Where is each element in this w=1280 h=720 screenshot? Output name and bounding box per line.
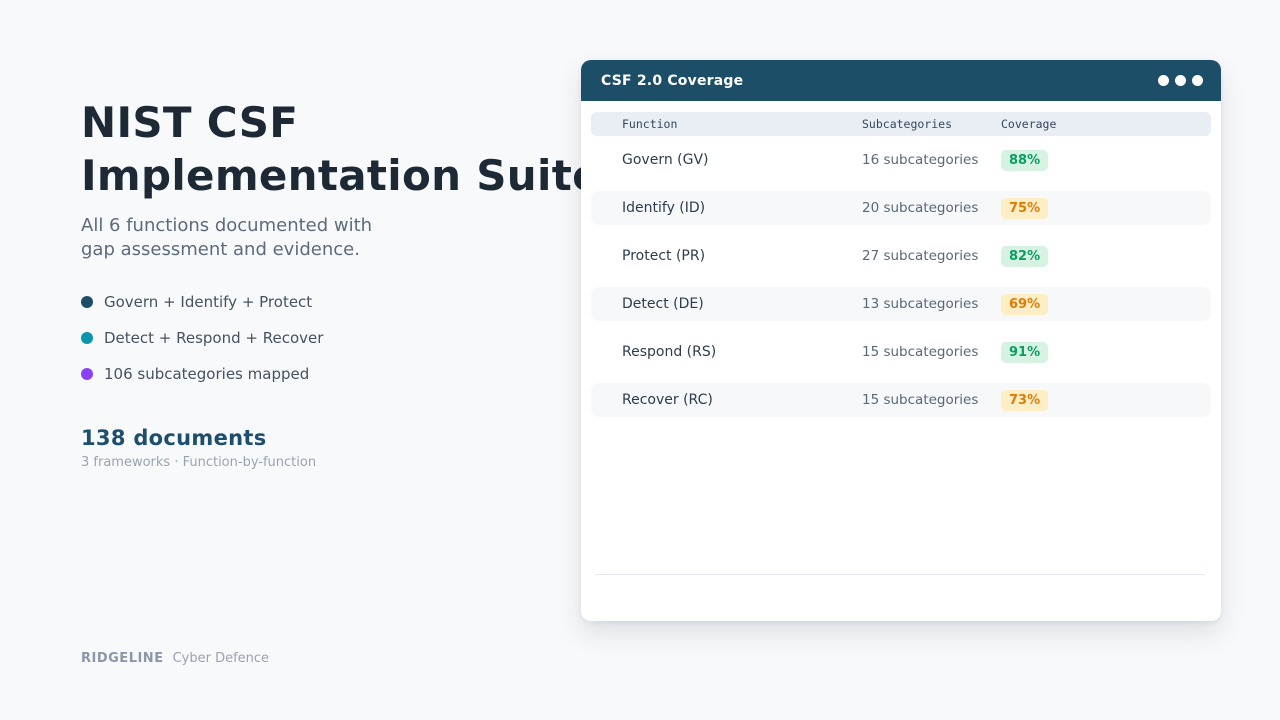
page-subtitle: All 6 functions documented with gap asse… [81, 214, 372, 262]
documents-detail: 3 frameworks · Function-by-function [81, 455, 316, 470]
bullet-item-functions-1: Govern + Identify + Protect [81, 294, 323, 310]
window-controls [1158, 75, 1203, 86]
subcategories-cell: 20 subcategories [862, 200, 1001, 216]
bullet-label: 106 subcategories mapped [104, 365, 309, 383]
feature-bullet-list: Govern + Identify + Protect Detect + Res… [81, 294, 323, 402]
table-row[interactable]: Respond (RS) 15 subcategories 91% [591, 328, 1211, 376]
function-cell: Recover (RC) [622, 392, 862, 408]
coverage-badge: 91% [1001, 342, 1048, 363]
bullet-item-functions-2: Detect + Respond + Recover [81, 330, 323, 346]
table-row[interactable]: Identify (ID) 20 subcategories 75% [591, 184, 1211, 232]
coverage-badge: 82% [1001, 246, 1048, 267]
window-control-icon[interactable] [1192, 75, 1203, 86]
brand-name: RIDGELINE [81, 651, 164, 666]
table-row[interactable]: Protect (PR) 27 subcategories 82% [591, 232, 1211, 280]
subcategories-cell: 15 subcategories [862, 344, 1001, 360]
window-control-icon[interactable] [1158, 75, 1169, 86]
coverage-badge: 69% [1001, 294, 1048, 315]
table-header-row: Function Subcategories Coverage [591, 112, 1211, 136]
function-cell: Protect (PR) [622, 248, 862, 264]
function-cell: Respond (RS) [622, 344, 862, 360]
table-body: Govern (GV) 16 subcategories 88% Identif… [591, 136, 1211, 424]
page-title: NIST CSFImplementation Suite [81, 96, 601, 202]
column-header-subcategories: Subcategories [862, 117, 1001, 131]
table-row[interactable]: Recover (RC) 15 subcategories 73% [591, 376, 1211, 424]
coverage-window: CSF 2.0 Coverage Function Subcategories … [581, 60, 1221, 621]
function-cell: Identify (ID) [622, 200, 862, 216]
page-title-line1: NIST CSF [81, 98, 298, 147]
subcategories-cell: 27 subcategories [862, 248, 1001, 264]
table-row[interactable]: Govern (GV) 16 subcategories 88% [591, 136, 1211, 184]
bullet-dot-purple [81, 368, 93, 380]
brand-tagline: Cyber Defence [173, 651, 269, 666]
subcategories-cell: 16 subcategories [862, 152, 1001, 168]
coverage-badge: 88% [1001, 150, 1048, 171]
column-header-coverage: Coverage [1001, 117, 1211, 131]
function-cell: Govern (GV) [622, 152, 862, 168]
column-header-function: Function [622, 117, 862, 131]
function-cell: Detect (DE) [622, 296, 862, 312]
card-footer-space [581, 575, 1221, 621]
bullet-label: Detect + Respond + Recover [104, 329, 323, 347]
coverage-badge: 75% [1001, 198, 1048, 219]
brand-footer: RIDGELINE Cyber Defence [81, 651, 269, 666]
coverage-table: Function Subcategories Coverage Govern (… [591, 112, 1211, 424]
card-empty-space [581, 424, 1221, 574]
subcategories-cell: 15 subcategories [862, 392, 1001, 408]
bullet-dot-teal [81, 332, 93, 344]
coverage-badge: 73% [1001, 390, 1048, 411]
page-title-line2: Implementation Suite [81, 151, 601, 200]
documents-count: 138 documents [81, 426, 267, 450]
window-control-icon[interactable] [1175, 75, 1186, 86]
bullet-label: Govern + Identify + Protect [104, 293, 312, 311]
bullet-dot-navy [81, 296, 93, 308]
subcategories-cell: 13 subcategories [862, 296, 1001, 312]
window-titlebar[interactable]: CSF 2.0 Coverage [581, 60, 1221, 101]
window-title: CSF 2.0 Coverage [601, 73, 743, 89]
bullet-item-subcategories: 106 subcategories mapped [81, 366, 323, 382]
table-row[interactable]: Detect (DE) 13 subcategories 69% [591, 280, 1211, 328]
